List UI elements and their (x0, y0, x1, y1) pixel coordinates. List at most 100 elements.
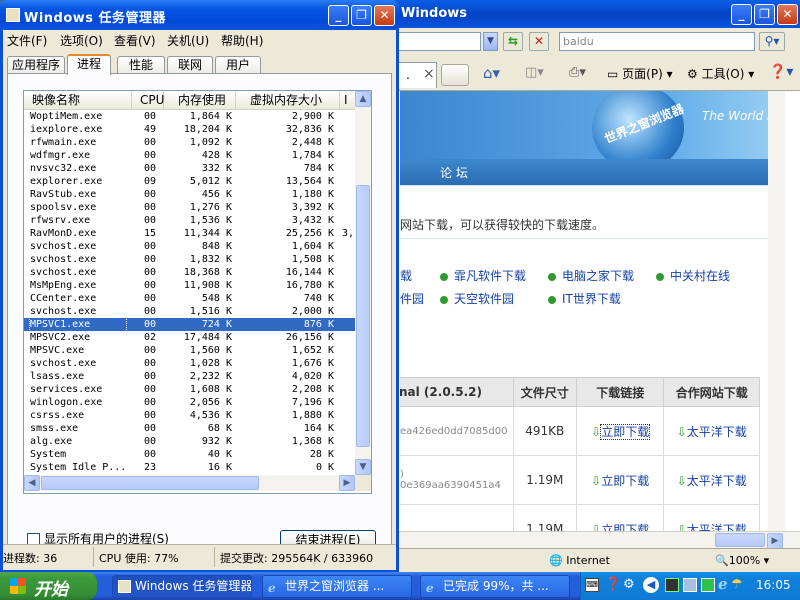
ie-tray-icon[interactable]: ℯ (718, 575, 728, 593)
keyboard-icon[interactable]: ⌨ (585, 578, 599, 592)
process-row[interactable]: explorer.exe 09 5,012 K 13,564 K (24, 175, 355, 188)
process-row[interactable]: winlogon.exe 00 2,056 K 7,196 K (24, 396, 355, 409)
monitor-tray-icon[interactable] (665, 578, 679, 592)
taskbar-item-browser[interactable]: ℯ 世界之窗浏览器 ... (262, 575, 412, 598)
process-row[interactable]: svchost.exe 00 1,516 K 2,000 K (24, 305, 355, 318)
browser-tab[interactable]: . × (395, 62, 437, 88)
close-button[interactable]: ✕ (374, 5, 395, 26)
process-row[interactable]: smss.exe 00 68 K 164 K (24, 422, 355, 435)
process-row[interactable]: iexplore.exe 49 18,204 K 32,836 K (24, 123, 355, 136)
partner-link[interactable]: ⇩太平洋下载 (663, 455, 760, 505)
tab-performance[interactable]: 性能 (117, 56, 165, 74)
horizontal-scrollbar[interactable]: ◀ ▶ (24, 475, 355, 491)
help-tray-icon[interactable]: ❓ (605, 577, 621, 592)
tab-close-icon[interactable]: × (423, 66, 435, 82)
menu-file[interactable]: 文件(F) (7, 32, 47, 49)
taskbar-item-task-manager[interactable]: Windows 任务管理器 (112, 575, 252, 598)
tab-applications[interactable]: 应用程序 (7, 56, 65, 74)
scroll-up-icon[interactable]: ▲ (355, 91, 371, 107)
address-dropdown-icon[interactable]: ▼ (483, 32, 498, 51)
feed-icon[interactable]: ◫▾ (525, 65, 544, 80)
network-tray-icon[interactable] (683, 578, 697, 592)
search-icon[interactable]: ⚲▾ (759, 32, 785, 51)
process-row[interactable]: RavMonD.exe 15 11,344 K 25,256 K 3, (24, 227, 355, 240)
minimize-button[interactable]: _ (328, 5, 349, 26)
process-row[interactable]: MPSVC2.exe 02 17,484 K 26,156 K (24, 331, 355, 344)
download-link[interactable]: ⇩立即下载 (575, 455, 665, 505)
process-row[interactable]: MsMpEng.exe 00 11,908 K 16,780 K (24, 279, 355, 292)
menu-view[interactable]: 查看(V) (114, 32, 156, 49)
browser-maximize-button[interactable]: ❐ (754, 4, 775, 25)
zoom-control[interactable]: 🔍100% ▾ (715, 554, 769, 567)
vertical-scroll-thumb[interactable] (356, 185, 370, 447)
browser-close-button[interactable]: ✕ (777, 4, 798, 25)
column-cpu[interactable]: CPU (132, 91, 164, 109)
home-icon[interactable]: ⌂▾ (483, 64, 500, 82)
mirror-link[interactable]: 件园 (400, 290, 424, 307)
process-list[interactable]: 映像名称 CPU 内存使用 虚拟内存大小 I WoptiMem.exe 00 1,8… (23, 90, 372, 494)
scroll-left-icon[interactable]: ◀ (24, 475, 40, 491)
start-button[interactable]: 开始 (0, 572, 97, 600)
download-link[interactable]: ⇩立即下载 (575, 406, 665, 456)
process-row[interactable]: alg.exe 00 932 K 1,368 K (24, 435, 355, 448)
browser-horizontal-scrollbar[interactable]: ▶ (395, 531, 800, 549)
column-virtual-memory[interactable]: 虚拟内存大小 (236, 91, 340, 109)
task-manager-titlebar[interactable]: Windows 任务管理器 _ ❐ ✕ (0, 0, 399, 30)
print-icon[interactable]: ⎙▾ (569, 65, 586, 80)
process-row[interactable]: MPSVC1.exe 00 724 K 876 K (24, 317, 355, 332)
scroll-right-icon[interactable]: ▶ (339, 475, 355, 491)
partner-link[interactable]: ⇩太平洋下载 (663, 504, 760, 531)
process-row[interactable]: WoptiMem.exe 00 1,864 K 2,900 K (24, 110, 355, 123)
process-row[interactable]: csrss.exe 00 4,536 K 1,880 K (24, 409, 355, 422)
tab-users[interactable]: 用户 (215, 56, 261, 74)
browser-vertical-scrollbar[interactable] (768, 91, 785, 531)
collapse-tray-icon[interactable]: ◀ (643, 577, 659, 593)
download-link[interactable]: ⇩立即下载 (575, 504, 665, 531)
process-row[interactable]: svchost.exe 00 1,832 K 1,508 K (24, 253, 355, 266)
process-row[interactable]: services.exe 00 1,608 K 2,208 K (24, 383, 355, 396)
process-row[interactable]: System 00 40 K 28 K (24, 448, 355, 461)
process-row[interactable]: wdfmgr.exe 00 428 K 1,784 K (24, 149, 355, 162)
process-row[interactable]: System Idle P... 23 16 K 0 K (24, 461, 355, 474)
tab-networking[interactable]: 联网 (167, 56, 213, 74)
browser-titlebar[interactable]: Windows _ ❐ ✕ (395, 0, 800, 28)
process-row[interactable]: lsass.exe 00 2,232 K 4,020 K (24, 370, 355, 383)
nav-forum[interactable]: 论 坛 (440, 164, 468, 181)
process-row[interactable]: CCenter.exe 00 548 K 740 K (24, 292, 355, 305)
help-icon[interactable]: ❓▾ (769, 64, 793, 80)
mirror-link[interactable]: 电脑之家下载 (548, 267, 634, 284)
process-row[interactable]: RavStub.exe 00 456 K 1,180 K (24, 188, 355, 201)
maximize-button[interactable]: ❐ (351, 5, 372, 26)
menu-help[interactable]: 帮助(H) (221, 32, 263, 49)
search-input[interactable]: baidu (559, 32, 755, 51)
menu-options[interactable]: 选项(O) (60, 32, 103, 49)
taskbar-item-download[interactable]: ℯ 已完成 99%，共 ... (420, 575, 570, 598)
process-row[interactable]: spoolsv.exe 00 1,276 K 3,392 K (24, 201, 355, 214)
column-image-name[interactable]: 映像名称 (24, 91, 132, 109)
scroll-right-icon[interactable]: ▶ (767, 533, 783, 549)
tab-processes[interactable]: 进程 (67, 54, 111, 75)
menu-shutdown[interactable]: 关机(U) (167, 32, 209, 49)
mirror-link[interactable]: 载 (400, 267, 412, 284)
tools-menu[interactable]: ⚙ 工具(O) ▾ (687, 65, 754, 82)
partner-link[interactable]: ⇩太平洋下载 (663, 406, 760, 456)
mirror-link[interactable]: IT世界下载 (548, 290, 621, 307)
column-memory[interactable]: 内存使用 (164, 91, 236, 109)
process-row[interactable]: svchost.exe 00 18,368 K 16,144 K (24, 266, 355, 279)
stop-icon[interactable]: ✕ (529, 32, 549, 51)
security-tray-icon[interactable] (701, 578, 715, 592)
weather-tray-icon[interactable]: ☂ (731, 577, 743, 592)
go-icon[interactable]: ⇆ (503, 32, 523, 51)
page-menu[interactable]: ▭ 页面(P) ▾ (607, 65, 673, 82)
vertical-scrollbar[interactable]: ▲ ▼ (355, 91, 371, 475)
browser-hscroll-thumb[interactable] (715, 533, 765, 547)
scroll-down-icon[interactable]: ▼ (355, 459, 371, 475)
process-row[interactable]: svchost.exe 00 1,028 K 1,676 K (24, 357, 355, 370)
column-io[interactable]: I (340, 91, 355, 109)
process-row[interactable]: MPSVC.exe 00 1,560 K 1,652 K (24, 344, 355, 357)
process-row[interactable]: rfwsrv.exe 00 1,536 K 3,432 K (24, 214, 355, 227)
mirror-link[interactable]: 霏凡软件下载 (440, 267, 526, 284)
process-row[interactable]: rfwmain.exe 00 1,092 K 2,448 K (24, 136, 355, 149)
settings-tray-icon[interactable]: ⚙ (623, 577, 635, 592)
new-tab-button[interactable] (441, 64, 469, 86)
